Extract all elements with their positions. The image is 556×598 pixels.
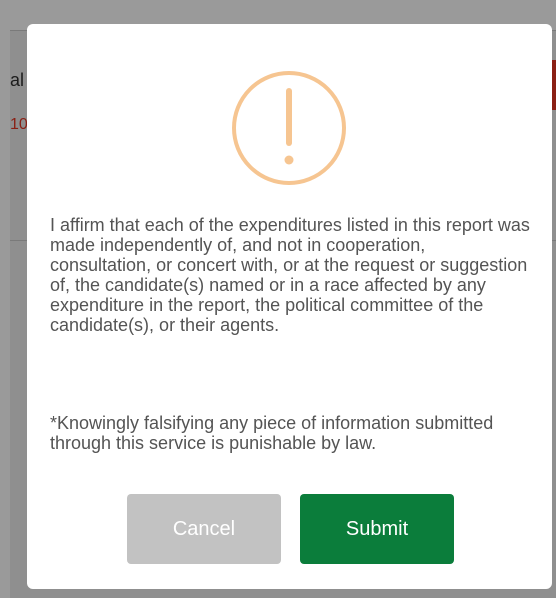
background-red-accent (552, 60, 556, 110)
background-partial-value: 10 (10, 116, 28, 133)
affirmation-dialog: I affirm that each of the expenditures l… (27, 24, 552, 589)
background-partial-label: al (10, 70, 25, 90)
submit-button[interactable]: Submit (300, 494, 454, 564)
legal-notice: *Knowingly falsifying any piece of infor… (50, 413, 494, 453)
cancel-button[interactable]: Cancel (127, 494, 281, 564)
warning-exclamation-icon (232, 71, 346, 185)
affirmation-message: I affirm that each of the expenditures l… (50, 215, 530, 335)
